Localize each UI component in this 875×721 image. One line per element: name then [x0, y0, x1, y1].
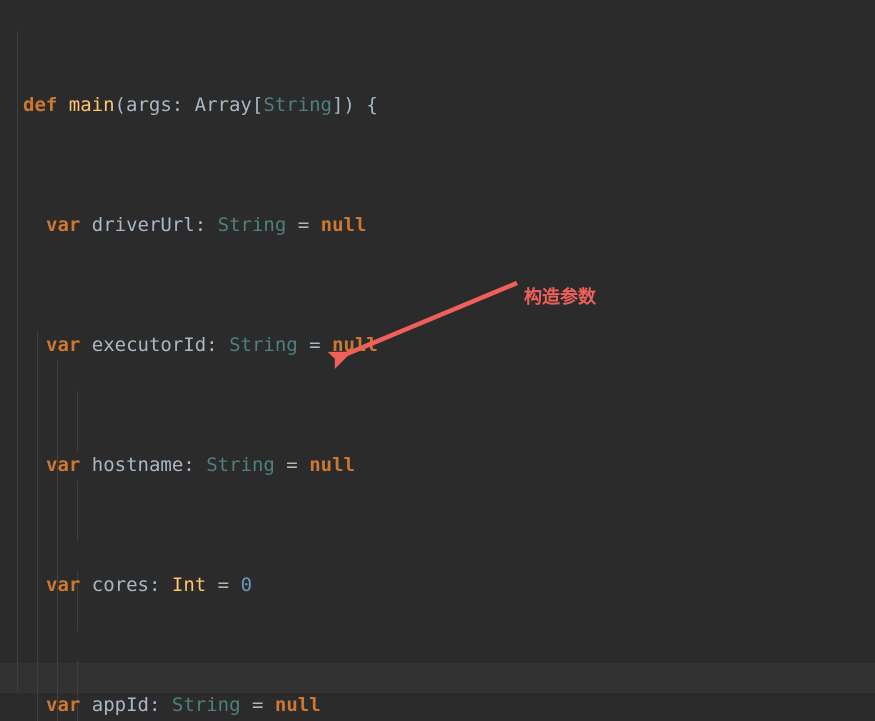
- equals: =: [217, 574, 230, 596]
- function-name-main: main: [68, 94, 115, 116]
- code-line-3[interactable]: var executorId: String = null: [0, 330, 875, 360]
- keyword-var: var: [46, 454, 81, 476]
- code-line-1[interactable]: def main(args: Array[String]) {: [0, 90, 875, 120]
- code-line-6[interactable]: var appId: String = null: [0, 690, 875, 720]
- type-string: String: [229, 334, 298, 356]
- code-editor[interactable]: def main(args: Array[String]) { var driv…: [0, 0, 875, 721]
- equals: =: [251, 694, 264, 716]
- code-line-2[interactable]: var driverUrl: String = null: [0, 210, 875, 240]
- literal-null: null: [332, 334, 378, 356]
- code-content[interactable]: def main(args: Array[String]) { var driv…: [0, 0, 875, 721]
- type-string: String: [217, 214, 287, 236]
- colon: :: [194, 214, 207, 236]
- variable-driverurl: driverUrl: [91, 214, 195, 236]
- code-line-5[interactable]: var cores: Int = 0: [0, 570, 875, 600]
- keyword-var: var: [46, 694, 81, 716]
- equals: =: [309, 334, 321, 356]
- literal-null: null: [320, 214, 367, 236]
- equals: =: [286, 454, 298, 476]
- colon: :: [183, 454, 195, 476]
- type-string: String: [171, 694, 241, 716]
- type-int: Int: [171, 574, 207, 596]
- keyword-var: var: [46, 214, 81, 236]
- colon: :: [171, 94, 184, 116]
- paren-close: ): [343, 94, 355, 116]
- equals: =: [297, 214, 310, 236]
- variable-executorid: executorId: [91, 334, 207, 356]
- colon: :: [148, 574, 161, 596]
- bracket-close: ]: [331, 94, 344, 116]
- variable-cores: cores: [91, 574, 149, 596]
- type-string: String: [263, 94, 332, 116]
- annotation-label: 构造参数: [524, 287, 596, 308]
- colon: :: [148, 694, 161, 716]
- colon: :: [206, 334, 218, 356]
- keyword-var: var: [46, 334, 81, 356]
- type-string: String: [206, 454, 275, 476]
- paren-open: (: [114, 94, 126, 116]
- bracket-open: [: [251, 94, 264, 116]
- variable-appid: appId: [91, 694, 149, 716]
- param-args: args: [126, 94, 172, 116]
- code-line-4[interactable]: var hostname: String = null: [0, 450, 875, 480]
- keyword-var: var: [46, 574, 81, 596]
- variable-hostname: hostname: [91, 454, 184, 476]
- keyword-def: def: [23, 94, 58, 116]
- literal-null: null: [274, 694, 321, 716]
- type-array: Array: [194, 94, 252, 116]
- literal-zero: 0: [240, 574, 253, 596]
- literal-null: null: [309, 454, 355, 476]
- brace-open: {: [366, 94, 378, 116]
